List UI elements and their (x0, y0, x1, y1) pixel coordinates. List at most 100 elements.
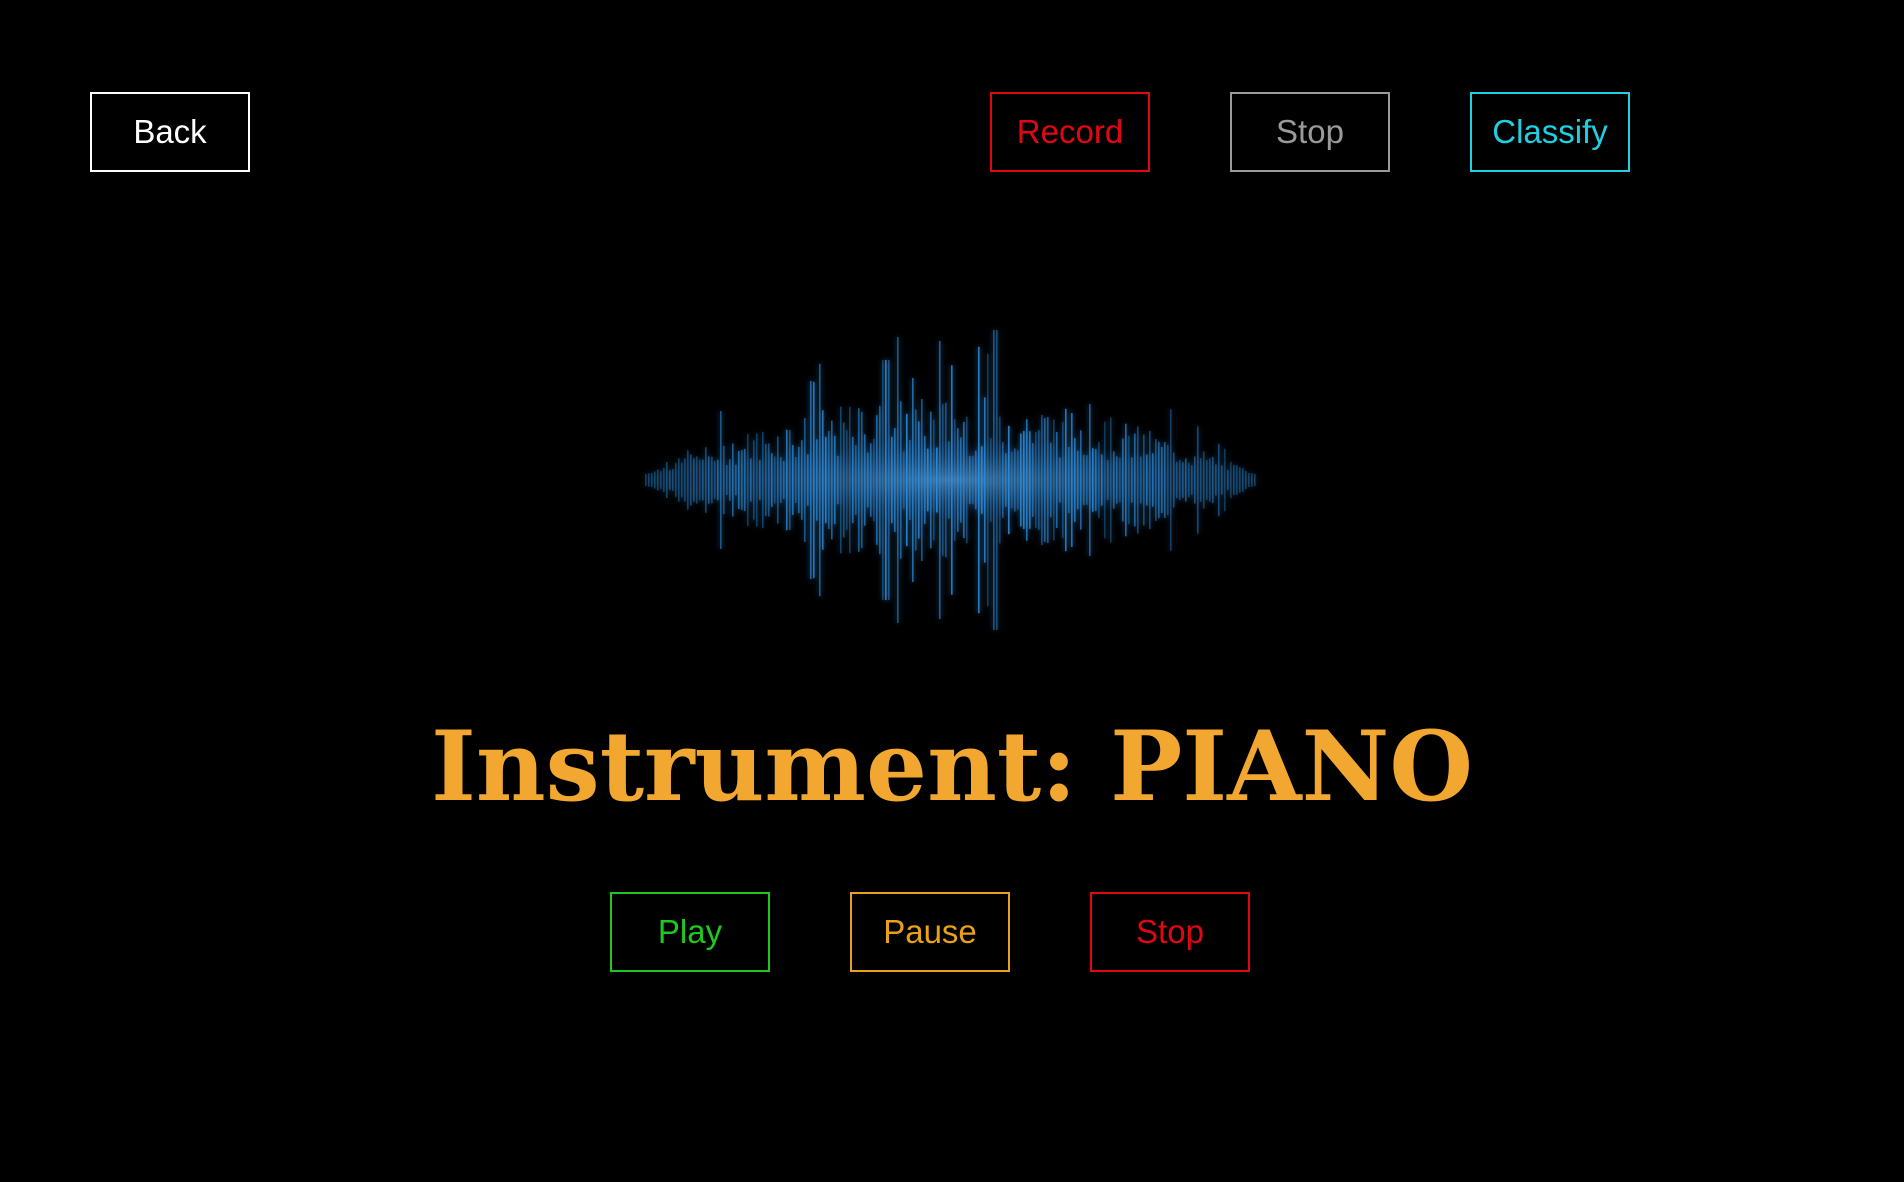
classify-button[interactable]: Classify (1470, 92, 1630, 172)
waveform-bar (897, 337, 899, 623)
record-button-label: Record (1016, 113, 1124, 150)
waveform-bar (657, 469, 659, 491)
record-button[interactable]: Record (990, 92, 1150, 172)
waveform-bar (978, 346, 980, 614)
waveform-bar (798, 446, 800, 514)
waveform-bar (1098, 442, 1100, 518)
waveform-bar (786, 429, 788, 531)
waveform-bar (885, 360, 887, 600)
waveform-bar (969, 456, 971, 504)
waveform-bar (699, 459, 701, 501)
waveform-bar (1137, 426, 1139, 534)
waveform-bar (1032, 443, 1034, 517)
waveform-bar (888, 360, 890, 600)
waveform-bar (1194, 456, 1196, 504)
waveform-bar (1155, 439, 1157, 521)
waveform-bar (1122, 438, 1124, 522)
waveform-bar (1128, 435, 1130, 525)
waveform-bar (972, 455, 974, 505)
waveform-bar (906, 413, 908, 547)
waveform-bar (654, 471, 656, 489)
waveform-bar (921, 398, 923, 562)
waveform-bar (924, 436, 926, 524)
waveform-bar (675, 463, 677, 497)
waveform-bar (672, 469, 674, 491)
waveform-bar (894, 428, 896, 532)
waveform-bar (828, 430, 830, 530)
waveform-bar (1176, 461, 1178, 499)
waveform-bar (1248, 472, 1250, 488)
waveform-bar (1233, 464, 1235, 496)
waveform-bar (666, 461, 668, 499)
waveform-bar (849, 406, 851, 554)
waveform-bar (1140, 456, 1142, 504)
waveform-bar (681, 462, 683, 498)
waveform-bar (1005, 453, 1007, 507)
waveform-bar (1218, 443, 1220, 517)
waveform-bar (1224, 448, 1226, 512)
waveform-bar (807, 454, 809, 506)
waveform-bar (768, 443, 770, 517)
play-button[interactable]: Play (610, 892, 770, 972)
stop-playback-button[interactable]: Stop (1090, 892, 1250, 972)
pause-button[interactable]: Pause (850, 892, 1010, 972)
waveform-bar (1056, 431, 1058, 529)
waveform-bar (1020, 433, 1022, 527)
waveform-bar (876, 415, 878, 545)
waveform-bar (765, 443, 767, 517)
waveform-bar (990, 438, 992, 522)
waveform-bar (1125, 423, 1127, 537)
waveform-bar (1026, 419, 1028, 541)
waveform-bar (975, 450, 977, 510)
waveform-bar (759, 460, 761, 500)
waveform-bar (783, 461, 785, 499)
waveform-bar (1044, 418, 1046, 542)
waveform-bar (957, 428, 959, 532)
waveform-bar (1131, 457, 1133, 503)
waveform-bar (996, 330, 998, 630)
waveform-bar (1011, 451, 1013, 509)
waveform-bar (645, 474, 647, 486)
waveform-bar (696, 456, 698, 504)
waveform-bar (1251, 473, 1253, 487)
waveform-bar (1077, 450, 1079, 510)
waveform-bar (702, 459, 704, 501)
back-button[interactable]: Back (90, 92, 250, 172)
waveform-bar (840, 406, 842, 554)
waveform-bar (1065, 408, 1067, 552)
waveform-bar (837, 455, 839, 505)
waveform-bar (999, 416, 1001, 544)
waveform-bar (1158, 441, 1160, 519)
waveform-bar (858, 408, 860, 552)
waveform-bar (660, 470, 662, 490)
waveform-bar (792, 445, 794, 515)
waveform-bar (1086, 455, 1088, 505)
waveform-bar (903, 451, 905, 509)
waveform-bar (1143, 434, 1145, 526)
stop-recording-button[interactable]: Stop (1230, 92, 1390, 172)
waveform-bar (801, 440, 803, 520)
waveform-bar (1113, 451, 1115, 509)
waveform-bar (717, 459, 719, 501)
waveform-bar (729, 459, 731, 501)
waveform-bar (1089, 404, 1091, 556)
waveform-bar (1230, 461, 1232, 499)
waveform-bar (669, 470, 671, 490)
waveform-bar (879, 405, 881, 555)
waveform-bar (936, 447, 938, 513)
waveform-bar (948, 441, 950, 519)
waveform-bar (882, 360, 884, 600)
waveform-bar (846, 430, 848, 530)
waveform-bar (1002, 442, 1004, 518)
waveform-bar (780, 457, 782, 503)
waveform-bar (648, 473, 650, 487)
waveform-bar (1080, 430, 1082, 530)
play-button-label: Play (657, 913, 723, 950)
waveform-bar (831, 420, 833, 540)
waveform-bar (1227, 469, 1229, 491)
waveform-bar (1212, 456, 1214, 504)
waveform-bar (945, 402, 947, 558)
waveform-bar (810, 380, 812, 580)
waveform-bar (750, 458, 752, 502)
waveform-bar (1053, 419, 1055, 541)
